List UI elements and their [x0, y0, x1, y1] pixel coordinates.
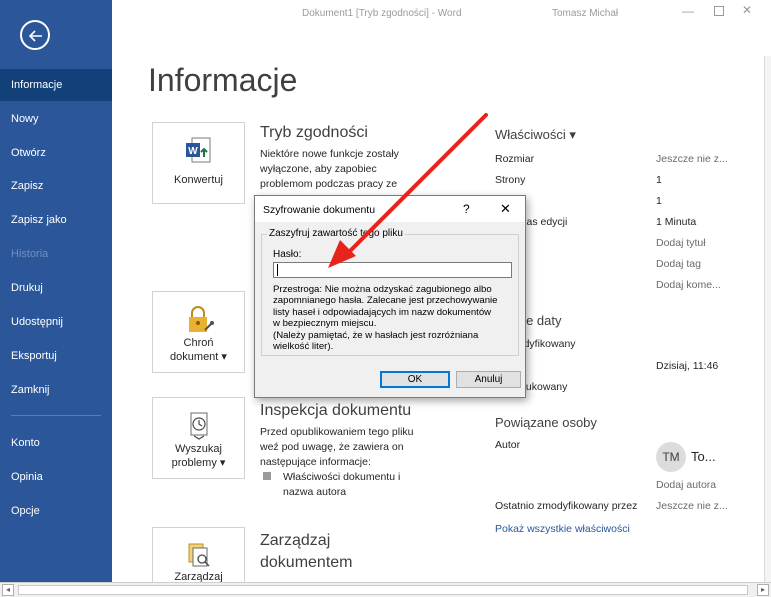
- ok-button[interactable]: OK: [380, 371, 450, 388]
- manage-document-icon: [188, 543, 210, 567]
- nav-item-opinia[interactable]: Opinia: [0, 461, 112, 493]
- manage-title-2: dokumentem: [260, 554, 353, 571]
- help-icon[interactable]: ?: [463, 202, 470, 216]
- last-modified-by-label: Ostatnio zmodyfikowany przez: [495, 500, 638, 512]
- compat-desc-3: problemom podczas pracy ze: [260, 178, 398, 190]
- last-modified-by-value: Jeszcze nie z...: [656, 500, 728, 512]
- author-label: Autor: [495, 439, 521, 451]
- check-issues-button[interactable]: Wyszukaj problemy ▾: [152, 397, 245, 479]
- prop-label: Rozmiar: [495, 153, 535, 165]
- dialog-title-bar: Szyfrowanie dokumentu ? ✕: [255, 196, 525, 222]
- inspect-title: Inspekcja dokumentu: [260, 402, 412, 419]
- add-comment-field[interactable]: Dodaj kome...: [656, 279, 721, 291]
- inspect-document-icon: [190, 412, 208, 440]
- add-author-field[interactable]: Dodaj autora: [656, 479, 716, 491]
- dialog-title: Szyfrowanie dokumentu: [263, 204, 376, 216]
- back-button[interactable]: [20, 20, 50, 50]
- nav-item-konto[interactable]: Konto: [0, 427, 112, 459]
- nav-item-otworz[interactable]: Otwórz: [0, 137, 112, 169]
- back-arrow-icon: [28, 30, 42, 42]
- password-warning: Przestroga: Nie można odzyskać zagubione…: [273, 284, 498, 353]
- signed-in-user[interactable]: Tomasz Michał: [552, 8, 618, 19]
- nav-item-opcje[interactable]: Opcje: [0, 495, 112, 527]
- compat-title: Tryb zgodności: [260, 124, 368, 141]
- inspect-bullet-1: Właściwości dokumentu i: [283, 471, 401, 483]
- vertical-scrollbar[interactable]: [764, 56, 771, 582]
- encrypt-document-dialog: Szyfrowanie dokumentu ? ✕ Zaszyfruj zawa…: [254, 195, 526, 398]
- svg-text:W: W: [188, 146, 198, 157]
- cancel-button[interactable]: Anuluj: [456, 371, 521, 388]
- compat-desc-1: Niektóre nowe funkcje zostały: [260, 148, 399, 160]
- prop-value: Dzisiaj, 11:46: [656, 360, 719, 372]
- prop-value: 1 Minuta: [656, 216, 697, 228]
- inspect-desc-2: weź pod uwagę, że zawiera on: [260, 441, 404, 453]
- add-tag-field[interactable]: Dodaj tag: [656, 258, 701, 270]
- word-convert-icon: W: [186, 137, 211, 163]
- inspect-desc-1: Przed opublikowaniem tego pliku: [260, 426, 414, 438]
- close-window-icon[interactable]: ✕: [742, 3, 752, 17]
- nav-item-nowy[interactable]: Nowy: [0, 103, 112, 135]
- convert-label: Konwertuj: [174, 174, 223, 186]
- prop-label: Strony: [495, 174, 526, 186]
- prop-value: Jeszcze nie z...: [656, 153, 728, 165]
- inspect-label-2: problemy ▾: [171, 457, 226, 469]
- protect-label-2: dokument ▾: [170, 351, 227, 363]
- lock-key-icon: [189, 306, 214, 332]
- properties-dropdown[interactable]: Właściwości ▾: [495, 127, 576, 143]
- inspect-label-1: Wyszukaj: [175, 443, 222, 455]
- inspect-desc-3: następujące informacje:: [260, 456, 371, 468]
- manage-title-1: Zarządzaj: [260, 532, 331, 549]
- convert-button[interactable]: W Konwertuj: [152, 122, 245, 204]
- manage-document-button[interactable]: Zarządzaj: [152, 527, 245, 583]
- sidebar-divider: [11, 415, 101, 416]
- nav-item-zapisz-jako[interactable]: Zapisz jako: [0, 204, 112, 236]
- password-input[interactable]: [273, 262, 512, 278]
- password-label: Hasło:: [273, 249, 302, 260]
- show-all-properties-link[interactable]: Pokaż wszystkie właściwości: [495, 523, 630, 535]
- close-icon[interactable]: ✕: [500, 201, 511, 217]
- nav-item-informacje[interactable]: Informacje: [0, 69, 112, 101]
- group-label: Zaszyfruj zawartość tego pliku: [267, 228, 405, 239]
- scroll-left-icon[interactable]: ◂: [2, 584, 14, 596]
- nav-item-historia: Historia: [11, 248, 49, 260]
- avatar[interactable]: TM: [656, 442, 686, 472]
- nav-item-eksportuj[interactable]: Eksportuj: [0, 340, 112, 372]
- nav-item-drukuj[interactable]: Drukuj: [0, 272, 112, 304]
- nav-item-zapisz[interactable]: Zapisz: [0, 170, 112, 202]
- title-bar: Dokument1 [Tryb zgodności] - Word Tomasz…: [112, 0, 771, 30]
- scroll-right-icon[interactable]: ▸: [757, 584, 769, 596]
- nav-item-udostepnij[interactable]: Udostępnij: [0, 306, 112, 338]
- bullet-icon: [263, 472, 271, 480]
- add-title-field[interactable]: Dodaj tytuł: [656, 237, 706, 249]
- maximize-icon[interactable]: [714, 6, 724, 16]
- scrollbar-thumb[interactable]: [18, 585, 748, 595]
- backstage-sidebar: Informacje Nowy Otwórz Zapisz Zapisz jak…: [0, 0, 112, 582]
- horizontal-scrollbar[interactable]: ◂ ▸: [0, 582, 771, 597]
- author-name[interactable]: To...: [691, 449, 716, 464]
- compat-desc-2: wyłączone, aby zapobiec: [260, 163, 377, 175]
- protect-document-button[interactable]: Chroń dokument ▾: [152, 291, 245, 373]
- window-title: Dokument1 [Tryb zgodności] - Word: [302, 8, 462, 19]
- inspect-bullet-2: nazwa autora: [283, 486, 347, 498]
- prop-value: 1: [656, 195, 662, 207]
- minimize-icon[interactable]: —: [682, 4, 694, 18]
- nav-item-zamknij[interactable]: Zamknij: [0, 374, 112, 406]
- text-caret: [277, 264, 278, 276]
- prop-value: 1: [656, 174, 662, 186]
- protect-label-1: Chroń: [183, 337, 214, 349]
- related-people-header: Powiązane osoby: [495, 415, 597, 430]
- page-title: Informacje: [148, 62, 298, 98]
